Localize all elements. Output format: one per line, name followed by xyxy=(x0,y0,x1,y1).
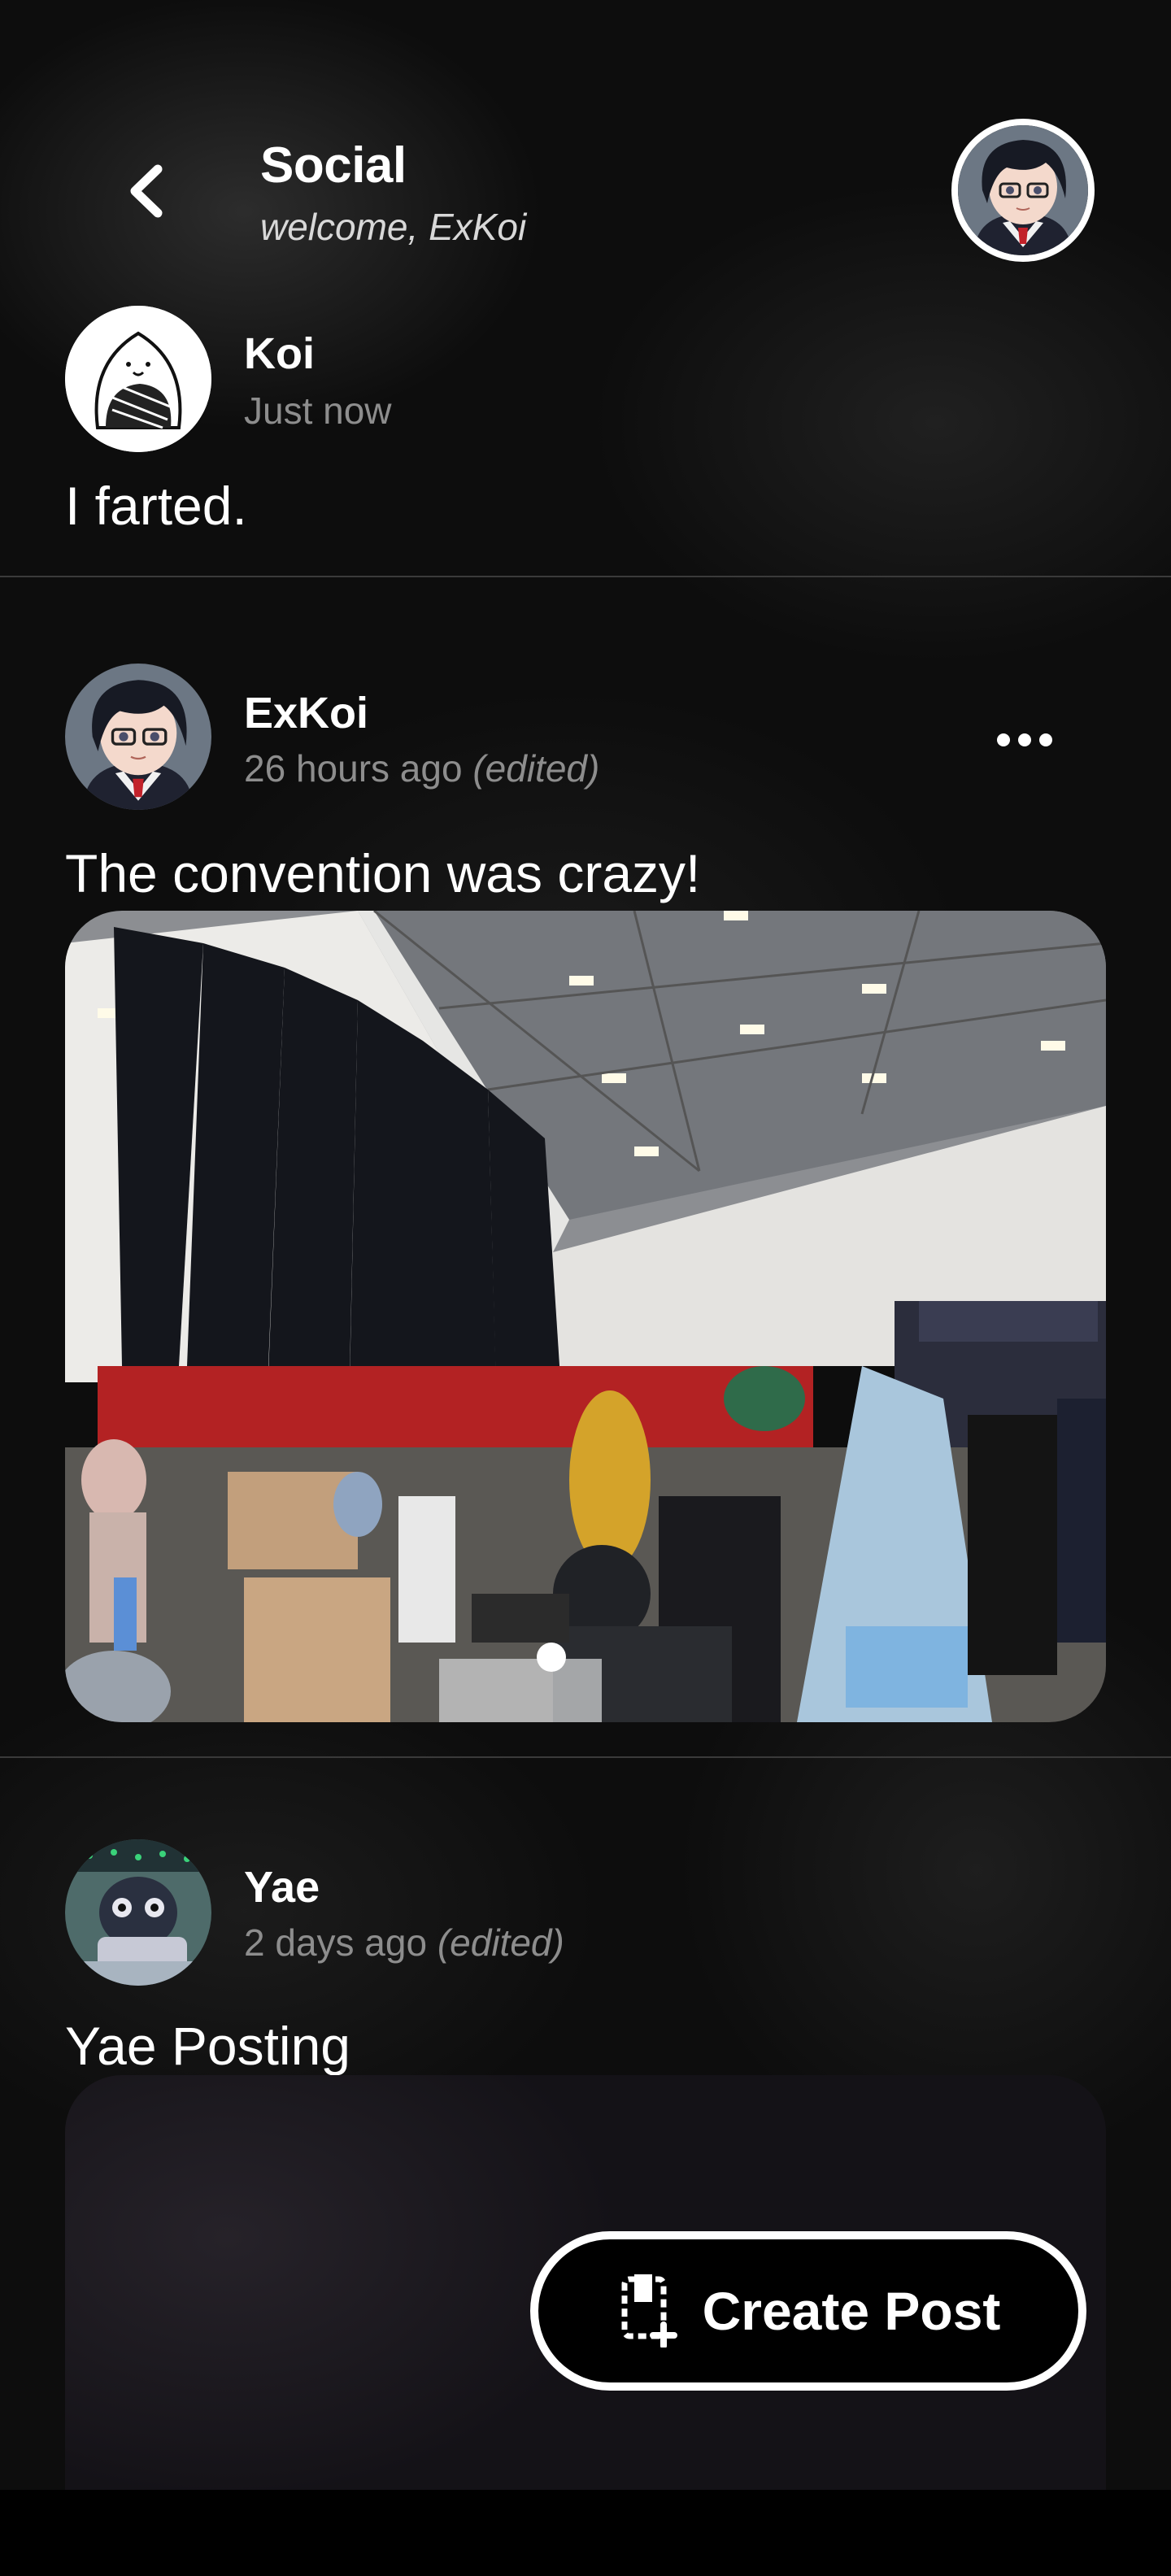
more-options-icon-dot xyxy=(1018,733,1031,746)
post-timestamp: Just now xyxy=(244,389,392,433)
post-timestamp: 2 days ago (edited) xyxy=(244,1921,564,1965)
time-text: Just now xyxy=(244,389,392,432)
welcome-subtitle: welcome, ExKoi xyxy=(260,206,527,248)
avatar[interactable] xyxy=(65,1839,211,1986)
convention-hall-photo xyxy=(65,911,1106,1722)
avatar[interactable] xyxy=(65,306,211,452)
post-text: I farted. xyxy=(65,476,247,536)
yae-avatar-icon xyxy=(65,1839,211,1986)
create-post-label: Create Post xyxy=(702,2281,1001,2341)
app-root: Social welcome, ExKoi Koi Just now I far… xyxy=(0,0,1171,2576)
post-text: Yae Posting xyxy=(65,2016,351,2076)
post-divider xyxy=(0,576,1171,577)
edited-label: (edited) xyxy=(472,747,600,790)
create-post-icon xyxy=(621,2274,677,2348)
anime-avatar-icon xyxy=(65,664,211,810)
post-author[interactable]: Koi xyxy=(244,329,315,379)
post-photo[interactable] xyxy=(65,911,1106,1722)
rice-ball-avatar-icon xyxy=(65,306,211,452)
time-text: 26 hours ago xyxy=(244,747,473,790)
post-author[interactable]: ExKoi xyxy=(244,688,368,738)
anime-avatar-icon xyxy=(958,125,1088,255)
avatar[interactable] xyxy=(65,664,211,810)
back-button[interactable] xyxy=(114,154,179,228)
post-author[interactable]: Yae xyxy=(244,1862,320,1912)
back-arrow-icon xyxy=(130,164,163,218)
profile-avatar[interactable] xyxy=(951,119,1095,262)
edited-label: (edited) xyxy=(437,1921,564,1964)
more-options-icon-dot xyxy=(1039,733,1052,746)
post-divider xyxy=(0,1756,1171,1758)
bottom-system-bar xyxy=(0,2490,1171,2576)
time-text: 2 days ago xyxy=(244,1921,437,1964)
header: Social welcome, ExKoi xyxy=(0,0,1171,293)
more-options-button[interactable] xyxy=(984,720,1065,760)
more-options-icon xyxy=(997,733,1010,746)
carousel-dot[interactable] xyxy=(537,1643,566,1672)
post-timestamp: 26 hours ago (edited) xyxy=(244,746,599,790)
create-post-button[interactable]: Create Post xyxy=(530,2231,1086,2391)
post-text: The convention was crazy! xyxy=(65,843,701,903)
page-title: Social xyxy=(260,137,407,194)
